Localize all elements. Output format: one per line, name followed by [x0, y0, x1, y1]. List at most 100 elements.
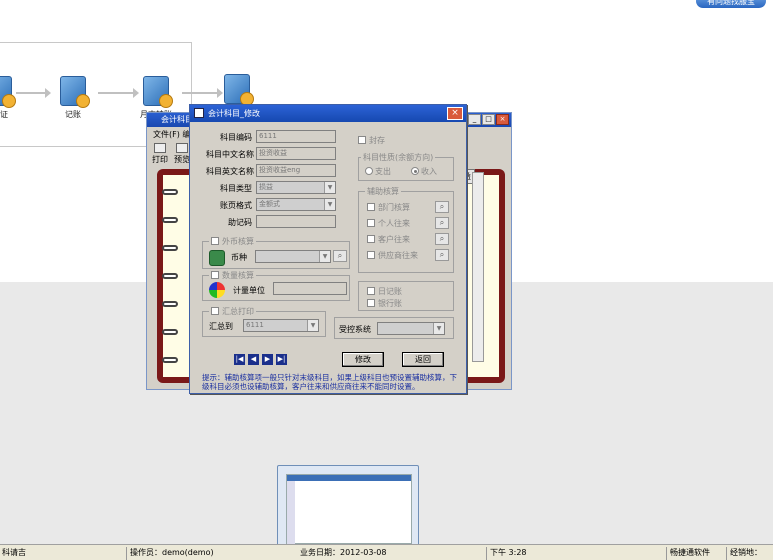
- label-currency: 币种: [231, 253, 247, 262]
- format-select-value: 金额式: [259, 200, 280, 208]
- thumbnail-preview: [286, 474, 412, 545]
- currency-icon: [209, 250, 225, 266]
- quantity-title[interactable]: 数量核算: [209, 270, 256, 281]
- workflow-node-next[interactable]: [222, 74, 254, 107]
- status-divider: [666, 547, 667, 560]
- chevron-down-icon: ▼: [319, 251, 330, 262]
- direction-title: 科目性质(余额方向): [361, 152, 436, 163]
- debit-label: 支出: [375, 167, 391, 176]
- status-location: 经销地：: [730, 548, 762, 557]
- dept-checkbox[interactable]: 部门核算: [367, 202, 410, 213]
- next-record-button[interactable]: ▶: [262, 354, 273, 365]
- dept-box: [367, 203, 375, 211]
- control-system-select[interactable]: ▼: [377, 322, 445, 335]
- seal-checkbox[interactable]: 封存: [358, 135, 385, 146]
- foreign-currency-checkbox[interactable]: [211, 237, 219, 245]
- summary-to-value: 6111: [246, 321, 264, 329]
- status-operator: 操作员：demo(demo): [130, 548, 214, 557]
- flow-arrow: [182, 88, 223, 98]
- format-select[interactable]: 金额式 ▼: [256, 198, 336, 211]
- summary-to-select[interactable]: 6111 ▼: [243, 319, 319, 332]
- window-controls: _ □ ×: [467, 114, 509, 125]
- dialog-close-button[interactable]: ×: [447, 107, 463, 120]
- search-icon[interactable]: ⌕: [435, 217, 449, 229]
- vertical-scrollbar[interactable]: [472, 172, 484, 362]
- dept-label: 部门核算: [378, 203, 410, 212]
- unit-field[interactable]: [273, 282, 347, 295]
- minimize-button[interactable]: _: [468, 114, 481, 125]
- menu-bar[interactable]: 文件(F) 编: [153, 129, 190, 140]
- credit-radio[interactable]: 收入: [411, 166, 437, 177]
- bank-box: [367, 299, 375, 307]
- supplier-box: [367, 251, 375, 259]
- summary-print-checkbox[interactable]: [211, 307, 219, 315]
- workflow-node-label: 记账: [65, 110, 81, 119]
- search-icon[interactable]: ⌕: [435, 201, 449, 213]
- binder-ring: [162, 273, 178, 279]
- credit-label: 收入: [421, 167, 437, 176]
- help-button[interactable]: 有问题找服宝: [696, 0, 766, 8]
- type-select-value: 损益: [259, 183, 273, 191]
- status-brand: 畅捷通软件: [670, 548, 710, 557]
- voucher-icon: [0, 76, 16, 108]
- aux-accounting-group: 辅助核算 部门核算 ⌕ 个人往来 ⌕ 客户往来 ⌕ 供应商往来 ⌕: [358, 186, 454, 273]
- label-format: 账页格式: [220, 201, 252, 210]
- label-summary-to: 汇总到: [209, 322, 233, 331]
- maximize-button[interactable]: □: [482, 114, 495, 125]
- thumbnail-titlebar: [287, 475, 411, 481]
- status-divider: [486, 547, 487, 560]
- search-icon[interactable]: ⌕: [333, 250, 347, 262]
- bank-checkbox[interactable]: 银行账: [367, 298, 402, 309]
- binder-ring: [162, 301, 178, 307]
- hint-text: 提示：辅助核算项一般只针对末级科目，如果上级科目也预设置辅助核算，下级科目必须也…: [202, 373, 457, 391]
- search-icon[interactable]: ⌕: [435, 249, 449, 261]
- status-date: 业务日期：2012-03-08: [300, 548, 387, 557]
- code-field[interactable]: 6111: [256, 130, 336, 143]
- customer-label: 客户往来: [378, 235, 410, 244]
- personal-checkbox[interactable]: 个人往来: [367, 218, 410, 229]
- mnemonic-field[interactable]: [256, 215, 336, 228]
- quantity-checkbox[interactable]: [211, 271, 219, 279]
- toolbar: 打印 预览: [151, 143, 191, 165]
- journal-checkbox[interactable]: 日记账: [367, 286, 402, 297]
- cn-name-field[interactable]: 投资收益: [256, 147, 336, 160]
- foreign-currency-title[interactable]: 外币核算: [209, 236, 256, 247]
- supplier-label: 供应商往来: [378, 251, 418, 260]
- modify-button[interactable]: 修改: [342, 352, 384, 367]
- binder-ring: [162, 217, 178, 223]
- last-record-button[interactable]: ▶|: [276, 354, 287, 365]
- chevron-down-icon: ▼: [324, 199, 335, 210]
- back-button[interactable]: 返回: [402, 352, 444, 367]
- foreign-currency-group: 外币核算 币种 ▼ ⌕: [202, 236, 350, 269]
- dialog-titlebar: 会计科目_修改 ×: [190, 105, 466, 122]
- status-divider: [126, 547, 127, 560]
- binder-ring: [162, 329, 178, 335]
- workflow-node-voucher[interactable]: 证: [0, 76, 16, 120]
- seal-box: [358, 136, 366, 144]
- debit-radio[interactable]: 支出: [365, 166, 391, 177]
- workflow-node-posting[interactable]: 记账: [58, 76, 90, 120]
- print-button[interactable]: 打印: [151, 143, 169, 165]
- currency-select[interactable]: ▼: [255, 250, 331, 263]
- status-divider: [726, 547, 727, 560]
- prev-record-button[interactable]: ◀: [248, 354, 259, 365]
- foreign-currency-title-text: 外币核算: [222, 237, 254, 246]
- search-icon[interactable]: ⌕: [435, 233, 449, 245]
- label-code: 科目编码: [220, 133, 252, 142]
- summary-print-title[interactable]: 汇总打印: [209, 306, 256, 317]
- window-thumbnail[interactable]: [277, 465, 419, 547]
- customer-checkbox[interactable]: 客户往来: [367, 234, 410, 245]
- type-select[interactable]: 损益 ▼: [256, 181, 336, 194]
- posting-icon: [60, 76, 90, 108]
- en-name-field[interactable]: 投资收益eng: [256, 164, 336, 177]
- label-type: 科目类型: [220, 184, 252, 193]
- journal-box: [367, 287, 375, 295]
- chevron-down-icon: ▼: [433, 323, 444, 334]
- close-button[interactable]: ×: [496, 114, 509, 125]
- supplier-checkbox[interactable]: 供应商往来: [367, 250, 418, 261]
- status-time: 下午 3:28: [490, 548, 527, 557]
- dialog-title: 会计科目_修改: [208, 109, 260, 118]
- first-record-button[interactable]: |◀: [234, 354, 245, 365]
- bank-label: 银行账: [378, 299, 402, 308]
- label-mnemonic: 助记码: [228, 218, 252, 227]
